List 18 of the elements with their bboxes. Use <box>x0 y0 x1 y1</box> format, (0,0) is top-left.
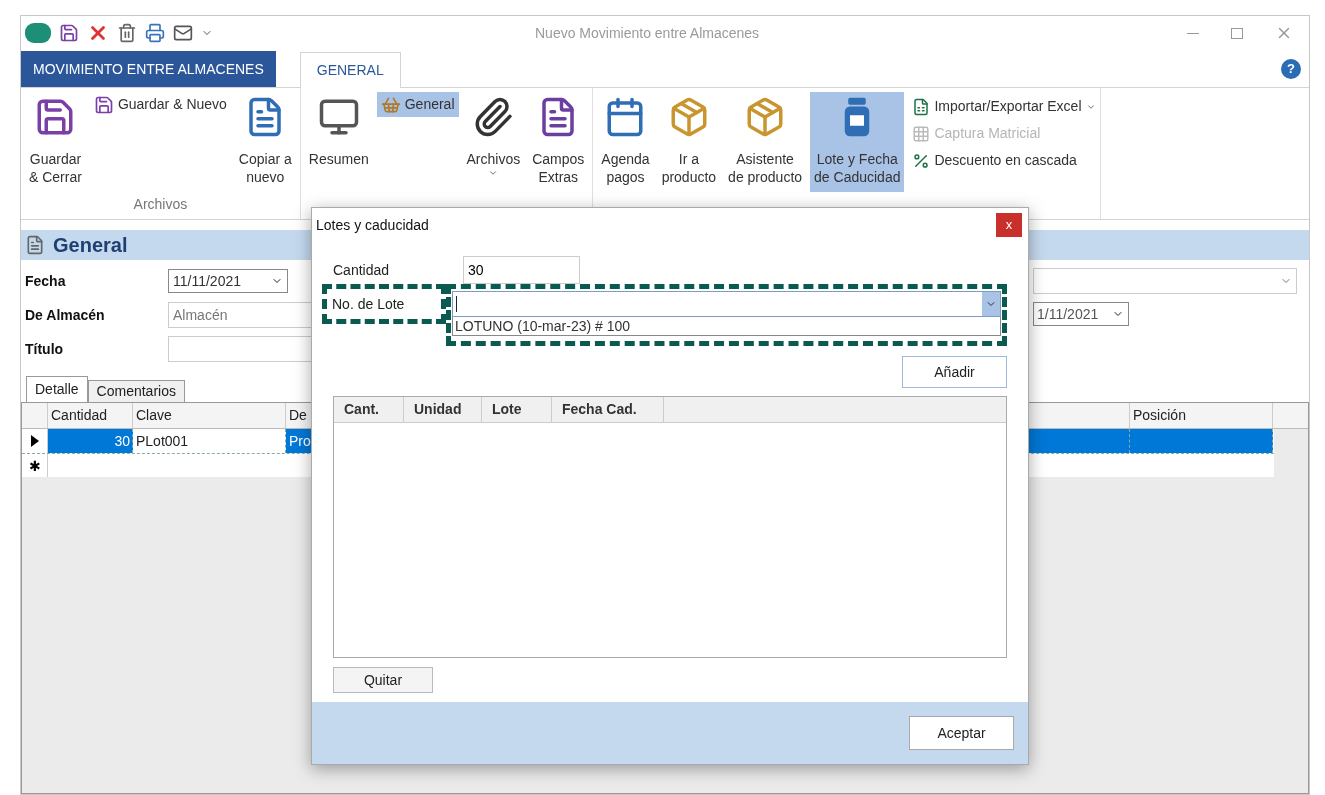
column-header: Clave <box>133 403 286 428</box>
section-title: General <box>53 233 128 258</box>
column-header: Cant. <box>334 397 404 422</box>
column-header: Unidad <box>404 397 482 422</box>
window-title: Nuevo Movimiento entre Almacenes <box>535 23 760 43</box>
column-header: Lote <box>482 397 552 422</box>
field-label: No. de Lote <box>332 294 405 314</box>
group-label: Archivos <box>132 195 189 214</box>
field-label: Cantidad <box>333 260 391 280</box>
new-row-icon: ✱ <box>28 458 41 473</box>
dialog-title: Lotes y caducidad <box>316 215 429 235</box>
field-label: Título <box>25 339 65 359</box>
field-label: Fecha <box>25 271 67 291</box>
column-header: Posición <box>1130 403 1273 428</box>
column-header: Cantidad <box>48 403 133 428</box>
field-label: De Almacén <box>25 305 106 325</box>
column-header: Fecha Cad. <box>552 397 664 422</box>
grid-cell: 30 <box>48 429 133 453</box>
